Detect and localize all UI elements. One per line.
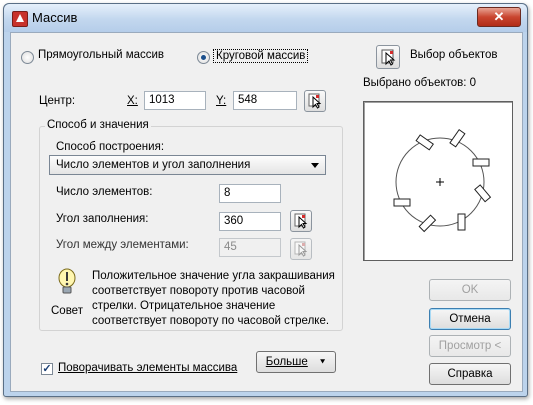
rectangular-array-radio[interactable]: [21, 51, 34, 64]
tip-caption: Совет: [51, 305, 83, 317]
ok-button[interactable]: OK: [429, 279, 511, 301]
center-y-input[interactable]: 548: [233, 91, 297, 110]
app-icon: [12, 11, 28, 27]
chevron-down-icon: ⯆: [319, 357, 327, 367]
pick-angle-disabled-icon: [294, 241, 308, 257]
preview-item: [418, 214, 437, 233]
polar-array-label[interactable]: Круговой массив: [213, 49, 309, 63]
help-button[interactable]: Справка: [429, 363, 511, 385]
select-objects-icon: [381, 49, 396, 66]
method-dropdown-value: Число элементов и угол заполнения: [56, 159, 251, 171]
pick-fill-angle-button[interactable]: [290, 210, 312, 232]
rotate-items-label[interactable]: Поворачивать элементы массива: [58, 362, 237, 374]
lightbulb-icon: [58, 268, 76, 294]
center-label: Центр:: [39, 95, 76, 107]
preview-button[interactable]: Просмотр <: [429, 335, 511, 357]
preview-item: [393, 198, 411, 207]
rectangular-array-label[interactable]: Прямоугольный массив: [38, 49, 164, 61]
count-input[interactable]: 8: [219, 184, 281, 203]
pick-point-icon: [308, 93, 322, 109]
array-dialog-window: Массив ✕ Прямоугольный массив Круговой м…: [3, 3, 528, 397]
method-dropdown[interactable]: Число элементов и угол заполнения: [49, 155, 326, 175]
close-button[interactable]: ✕: [477, 7, 521, 27]
preview-item: [472, 158, 490, 167]
pick-angle-icon: [294, 213, 308, 229]
preview-item: [474, 184, 492, 203]
between-angle-input[interactable]: 45: [219, 238, 281, 257]
polar-array-radio[interactable]: [197, 51, 210, 64]
center-x-input[interactable]: 1013: [144, 91, 206, 110]
between-angle-label: Угол между элементами:: [56, 239, 189, 251]
method-group-title: Способ и значения: [45, 119, 151, 131]
polar-array-preview: [393, 129, 492, 233]
preview-item: [457, 213, 466, 231]
title-bar[interactable]: Массив ✕: [4, 4, 527, 32]
method-label: Способ построения:: [56, 141, 165, 153]
dialog-body: Прямоугольный массив Круговой массив Выб…: [10, 32, 523, 392]
fill-angle-label: Угол заполнения:: [56, 213, 149, 225]
cancel-button[interactable]: Отмена: [429, 308, 511, 330]
pick-center-button[interactable]: [304, 90, 326, 112]
selected-count-text: Выбрано объектов: 0: [363, 77, 477, 89]
more-button-label: Больше: [265, 356, 308, 368]
center-y-label: Y:: [216, 95, 227, 107]
tip-text: Положительное значение угла закрашивания…: [92, 270, 335, 327]
fill-angle-input[interactable]: 360: [219, 212, 281, 231]
preview-item: [415, 134, 434, 151]
count-label: Число элементов:: [56, 186, 153, 198]
more-button[interactable]: Больше ⯆: [256, 351, 336, 373]
center-x-label: X:: [127, 95, 138, 107]
rotate-items-checkbox[interactable]: ✓: [41, 363, 53, 375]
select-objects-label: Выбор объектов: [410, 49, 498, 61]
select-objects-button[interactable]: [376, 45, 400, 69]
pick-between-angle-button[interactable]: [290, 238, 312, 260]
window-title: Массив: [32, 10, 78, 25]
preview-panel: [363, 101, 513, 261]
dropdown-arrow-icon: [311, 163, 319, 168]
